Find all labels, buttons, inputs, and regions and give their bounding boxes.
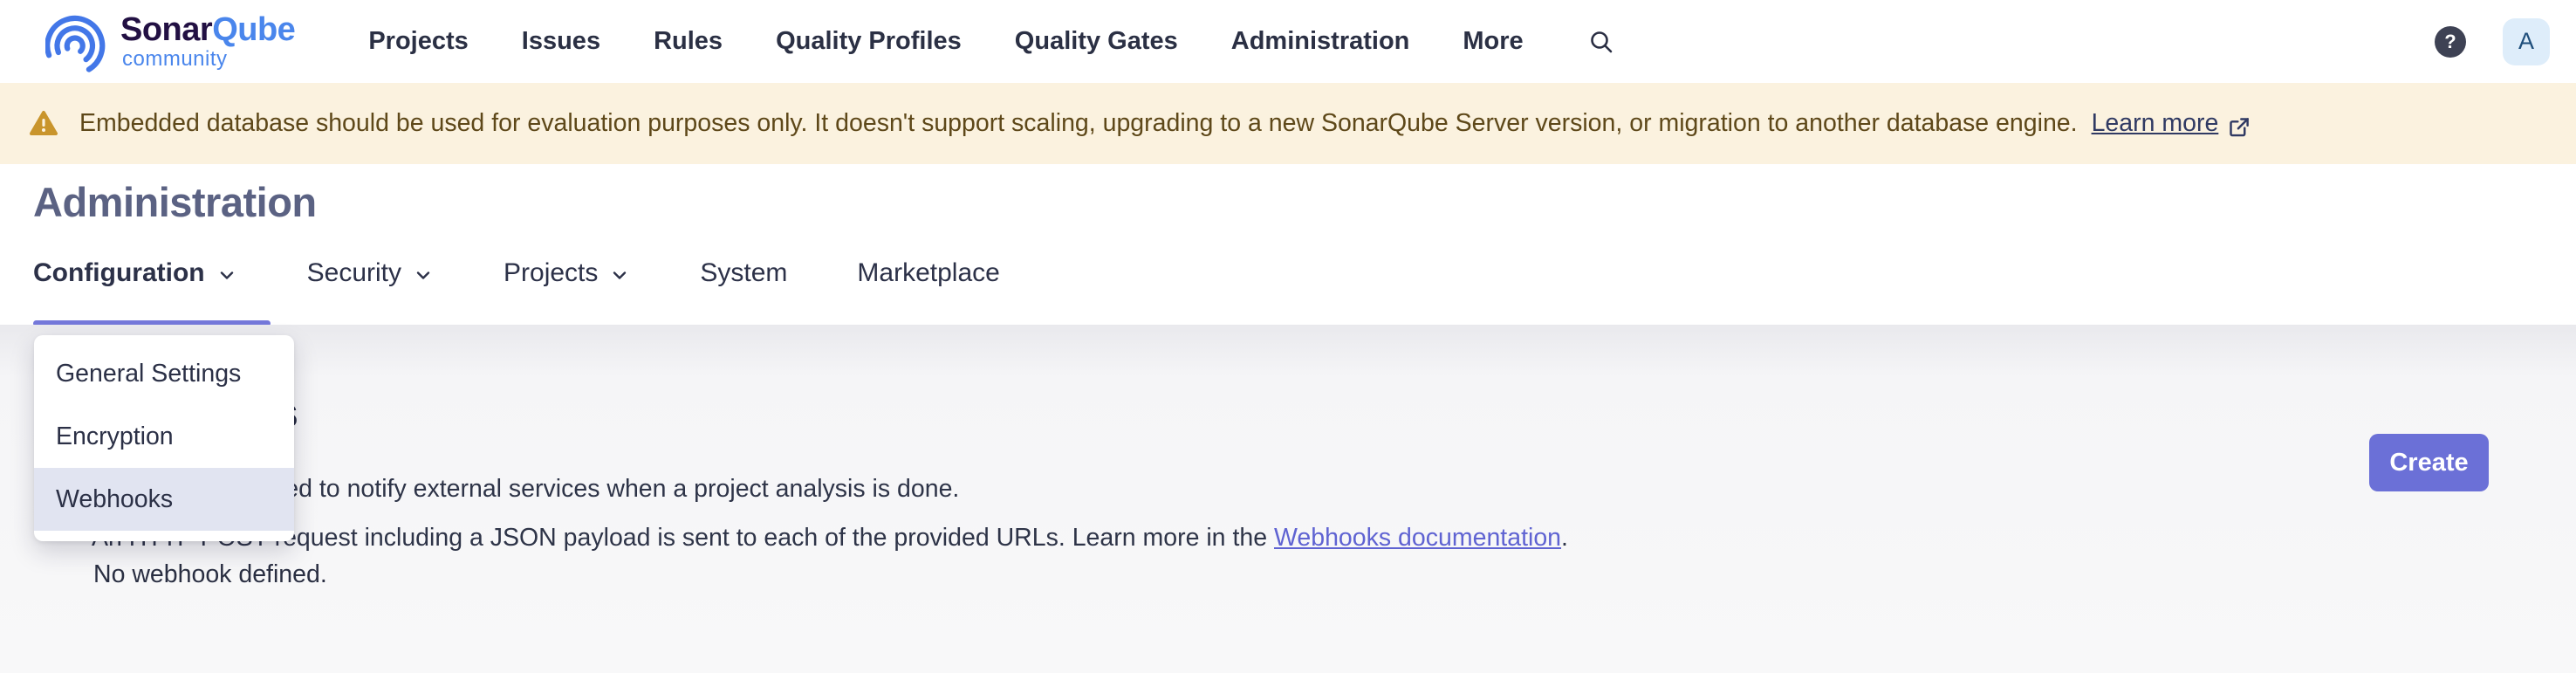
chevron-down-icon [609, 264, 630, 285]
menu-item-webhooks[interactable]: Webhooks [34, 468, 294, 531]
topbar-right: ? A [2435, 0, 2550, 83]
external-link-icon [2227, 115, 2251, 139]
chevron-down-icon [413, 264, 434, 285]
tab-security[interactable]: Security [307, 258, 434, 288]
top-navbar: SonarQube community Projects Issues Rule… [0, 0, 2576, 83]
tab-marketplace[interactable]: Marketplace [857, 258, 999, 288]
admin-tabs: Configuration Security Projects System [33, 258, 1000, 288]
brand-qube: Qube [212, 11, 295, 48]
tab-system[interactable]: System [700, 258, 787, 288]
help-icon: ? [2444, 31, 2456, 53]
main-nav: Projects Issues Rules Quality Profiles Q… [368, 27, 1523, 56]
nav-quality-profiles[interactable]: Quality Profiles [776, 27, 962, 56]
chevron-down-icon [216, 264, 237, 285]
nav-quality-gates[interactable]: Quality Gates [1015, 27, 1178, 56]
banner-message: Embedded database should be used for eva… [79, 109, 2078, 138]
sonarqube-admin-page: SonarQube community Projects Issues Rule… [0, 0, 2576, 673]
webhooks-documentation-link[interactable]: Webhooks documentation [1274, 524, 1561, 552]
nav-more[interactable]: More [1463, 27, 1523, 56]
avatar-initial: A [2518, 28, 2534, 55]
no-webhook-message: No webhook defined. [93, 560, 327, 589]
admin-header-band: Administration Configuration Security Pr… [0, 164, 2576, 325]
search-icon [1587, 28, 1615, 56]
nav-projects[interactable]: Projects [368, 27, 468, 56]
line2-suffix: . [1561, 524, 1568, 552]
sonar-waves-icon [45, 10, 108, 73]
create-webhook-button[interactable]: Create [2369, 434, 2489, 491]
webhooks-content: Webhooks Webhooks are used to notify ext… [0, 325, 2576, 673]
embedded-db-warning-banner: Embedded database should be used for eva… [0, 83, 2576, 164]
brand-edition: community [122, 49, 295, 70]
nav-administration[interactable]: Administration [1231, 27, 1410, 56]
nav-rules[interactable]: Rules [654, 27, 723, 56]
menu-item-general-settings[interactable]: General Settings [34, 342, 294, 405]
sonarqube-logo[interactable]: SonarQube community [45, 10, 295, 73]
help-button[interactable]: ? [2435, 26, 2466, 58]
warning-icon [29, 110, 58, 137]
configuration-dropdown-menu: General Settings Encryption Webhooks [34, 335, 294, 541]
menu-item-encryption[interactable]: Encryption [34, 405, 294, 468]
nav-issues[interactable]: Issues [522, 27, 600, 56]
page-title: Administration [33, 178, 317, 226]
search-button[interactable] [1585, 25, 1618, 58]
avatar[interactable]: A [2503, 18, 2550, 65]
brand-sonar: Sonar [120, 11, 212, 48]
logo-wordmark: SonarQube community [120, 13, 295, 70]
tab-projects[interactable]: Projects [504, 258, 630, 288]
tab-configuration[interactable]: Configuration [33, 258, 237, 288]
learn-more-link[interactable]: Learn more [2092, 109, 2219, 138]
webhooks-description-line2: An HTTP POST request including a JSON pa… [92, 524, 1568, 553]
